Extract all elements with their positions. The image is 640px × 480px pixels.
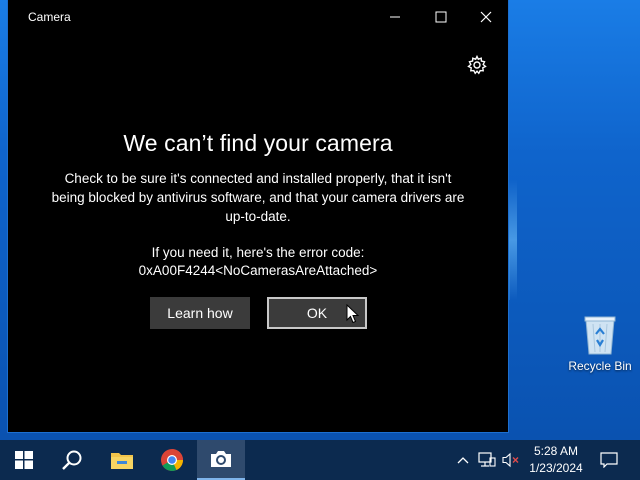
minimize-button[interactable] [372, 0, 418, 34]
taskbar-clock[interactable]: 5:28 AM 1/23/2024 [523, 443, 589, 477]
taskbar: 5:28 AM 1/23/2024 [0, 440, 640, 480]
volume-button[interactable] [500, 440, 522, 480]
error-code-intro: If you need it, here's the error code: [151, 245, 365, 260]
file-explorer-button[interactable] [98, 440, 146, 480]
chevron-up-icon [457, 457, 469, 464]
mouse-cursor-icon [346, 304, 360, 324]
title-bar[interactable]: Camera [8, 0, 508, 34]
file-explorer-icon [111, 453, 133, 469]
start-icon [15, 451, 33, 469]
window-title: Camera [28, 10, 71, 24]
learn-how-button[interactable]: Learn how [150, 297, 250, 329]
recycle-bin-shortcut[interactable]: Recycle Bin [563, 312, 637, 384]
close-icon [480, 11, 492, 23]
start-button[interactable] [0, 440, 48, 480]
maximize-button[interactable] [418, 0, 464, 34]
action-center-button[interactable] [594, 440, 624, 480]
notification-icon [600, 452, 618, 468]
volume-muted-icon [502, 452, 519, 468]
camera-taskbar-button[interactable] [197, 440, 245, 480]
maximize-icon [435, 11, 447, 23]
error-panel: We can’t find your camera Check to be su… [8, 130, 508, 280]
show-hidden-icons-button[interactable] [452, 440, 474, 480]
error-message: Check to be sure it's connected and inst… [51, 171, 465, 224]
chrome-button[interactable] [148, 440, 196, 480]
search-button[interactable] [48, 440, 96, 480]
gear-icon[interactable] [467, 55, 487, 75]
clock-time: 5:28 AM [533, 444, 579, 458]
recycle-bin-label: Recycle Bin [568, 359, 632, 373]
chrome-icon [161, 449, 183, 471]
recycle-bin-icon [584, 316, 616, 355]
camera-icon [211, 451, 231, 467]
close-button[interactable] [463, 0, 509, 34]
camera-window: Camera We can’t find your camera Check t… [7, 0, 509, 433]
minimize-icon [390, 16, 400, 18]
network-button[interactable] [476, 440, 498, 480]
search-icon [62, 450, 82, 470]
error-code: 0xA00F4244<NoCamerasAreAttached> [138, 263, 378, 278]
clock-date: 1/23/2024 [529, 461, 583, 475]
error-heading: We can’t find your camera [123, 130, 393, 156]
network-icon [478, 452, 496, 467]
